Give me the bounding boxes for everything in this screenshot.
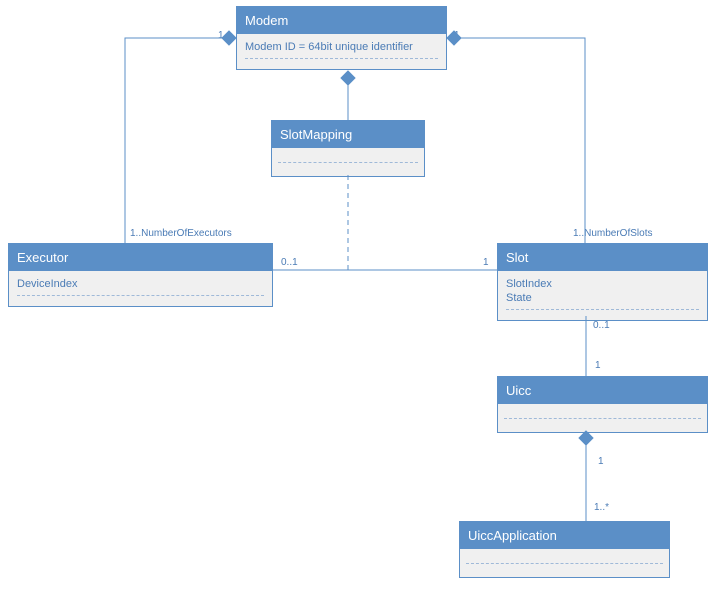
class-modem-attr: Modem ID = 64bit unique identifier (245, 40, 438, 54)
class-uicc-title: Uicc (498, 377, 707, 404)
class-modem: Modem Modem ID = 64bit unique identifier (236, 6, 447, 70)
class-slot-attr-1: State (506, 291, 699, 305)
class-slotmapping: SlotMapping (271, 120, 425, 177)
mult-uicc-bottom: 1 (598, 456, 604, 467)
mult-slot-bottom: 0..1 (593, 320, 610, 331)
class-slot: Slot SlotIndex State (497, 243, 708, 321)
mult-modem-left: 1 (218, 30, 224, 41)
class-executor-attr: DeviceIndex (17, 277, 264, 291)
class-slot-attr-0: SlotIndex (506, 277, 699, 291)
class-uicc: Uicc (497, 376, 708, 433)
class-executor-title: Executor (9, 244, 272, 271)
class-modem-title: Modem (237, 7, 446, 34)
mult-modem-right: 1 (454, 30, 460, 41)
mult-slot-left: 1 (483, 257, 489, 268)
mult-exec-right: 0..1 (281, 257, 298, 268)
mult-exec-top: 1..NumberOfExecutors (130, 228, 232, 239)
class-executor: Executor DeviceIndex (8, 243, 273, 307)
class-slotmapping-title: SlotMapping (272, 121, 424, 148)
class-uiccapp-title: UiccApplication (460, 522, 669, 549)
class-uiccapp: UiccApplication (459, 521, 670, 578)
class-slot-title: Slot (498, 244, 707, 271)
mult-slot-top: 1..NumberOfSlots (573, 228, 652, 239)
mult-uicc-top: 1 (595, 360, 601, 371)
mult-uiccapp-top: 1..* (594, 502, 609, 513)
